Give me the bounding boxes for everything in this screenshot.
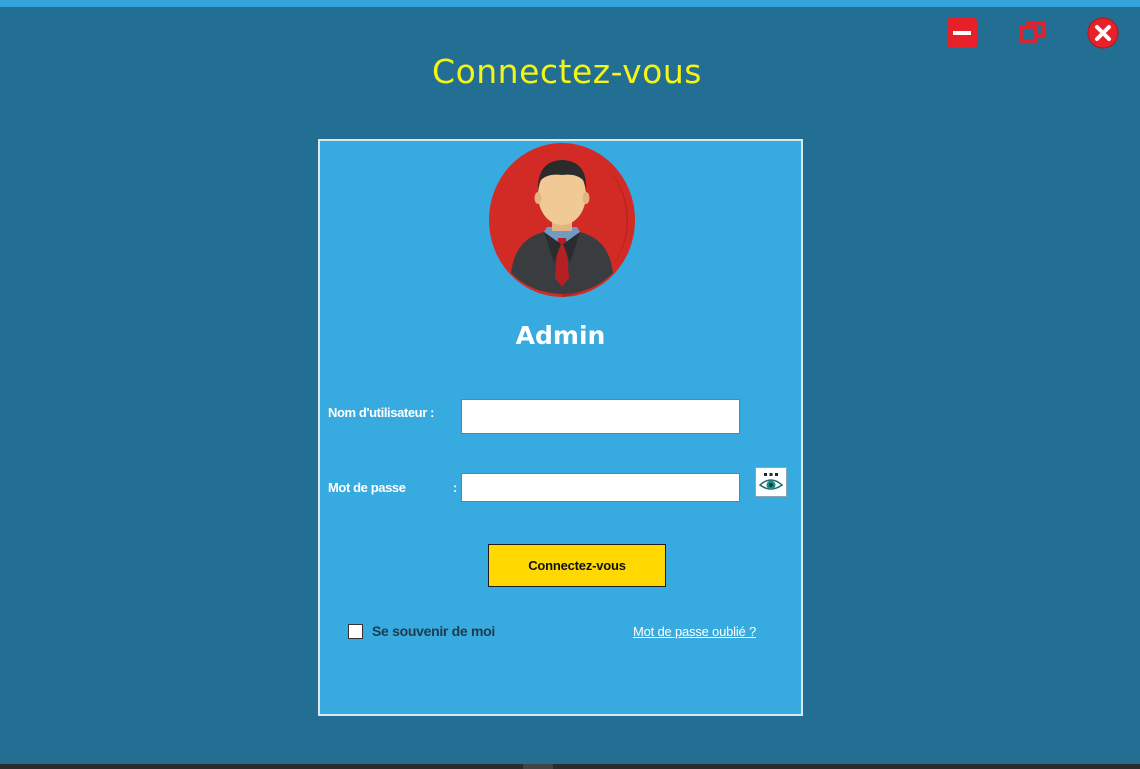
minimize-button[interactable] xyxy=(946,18,978,48)
password-input[interactable] xyxy=(461,473,740,502)
bottom-bar-notch xyxy=(523,764,553,769)
close-icon xyxy=(1087,17,1119,49)
minimize-icon xyxy=(947,18,977,48)
title-accent-bar xyxy=(0,0,1140,7)
forgot-password-link[interactable]: Mot de passe oublié ? xyxy=(633,624,756,639)
user-name: Admin xyxy=(515,321,606,350)
remember-me-label: Se souvenir de moi xyxy=(372,623,495,639)
login-panel: Admin Nom d'utilisateur : Mot de passe :… xyxy=(318,139,803,716)
close-button[interactable] xyxy=(1087,17,1119,49)
show-password-button[interactable] xyxy=(755,467,787,497)
bottom-bar xyxy=(0,764,1140,769)
password-label-colon: : xyxy=(453,480,458,495)
restore-button[interactable] xyxy=(1017,18,1049,48)
username-input[interactable] xyxy=(461,399,740,434)
page-title: Connectez-vous xyxy=(432,52,702,91)
password-label: Mot de passe xyxy=(328,480,406,495)
user-avatar-icon xyxy=(489,143,635,297)
login-button[interactable]: Connectez-vous xyxy=(488,544,666,587)
remember-me-checkbox-row[interactable]: Se souvenir de moi xyxy=(348,623,495,639)
username-label: Nom d'utilisateur : xyxy=(328,405,434,420)
restore-icon xyxy=(1019,21,1046,43)
login-window: Connectez-vous Admin Nom d'utilisateur :… xyxy=(0,0,1140,769)
eye-icon xyxy=(758,473,784,490)
remember-me-checkbox[interactable] xyxy=(348,623,363,639)
